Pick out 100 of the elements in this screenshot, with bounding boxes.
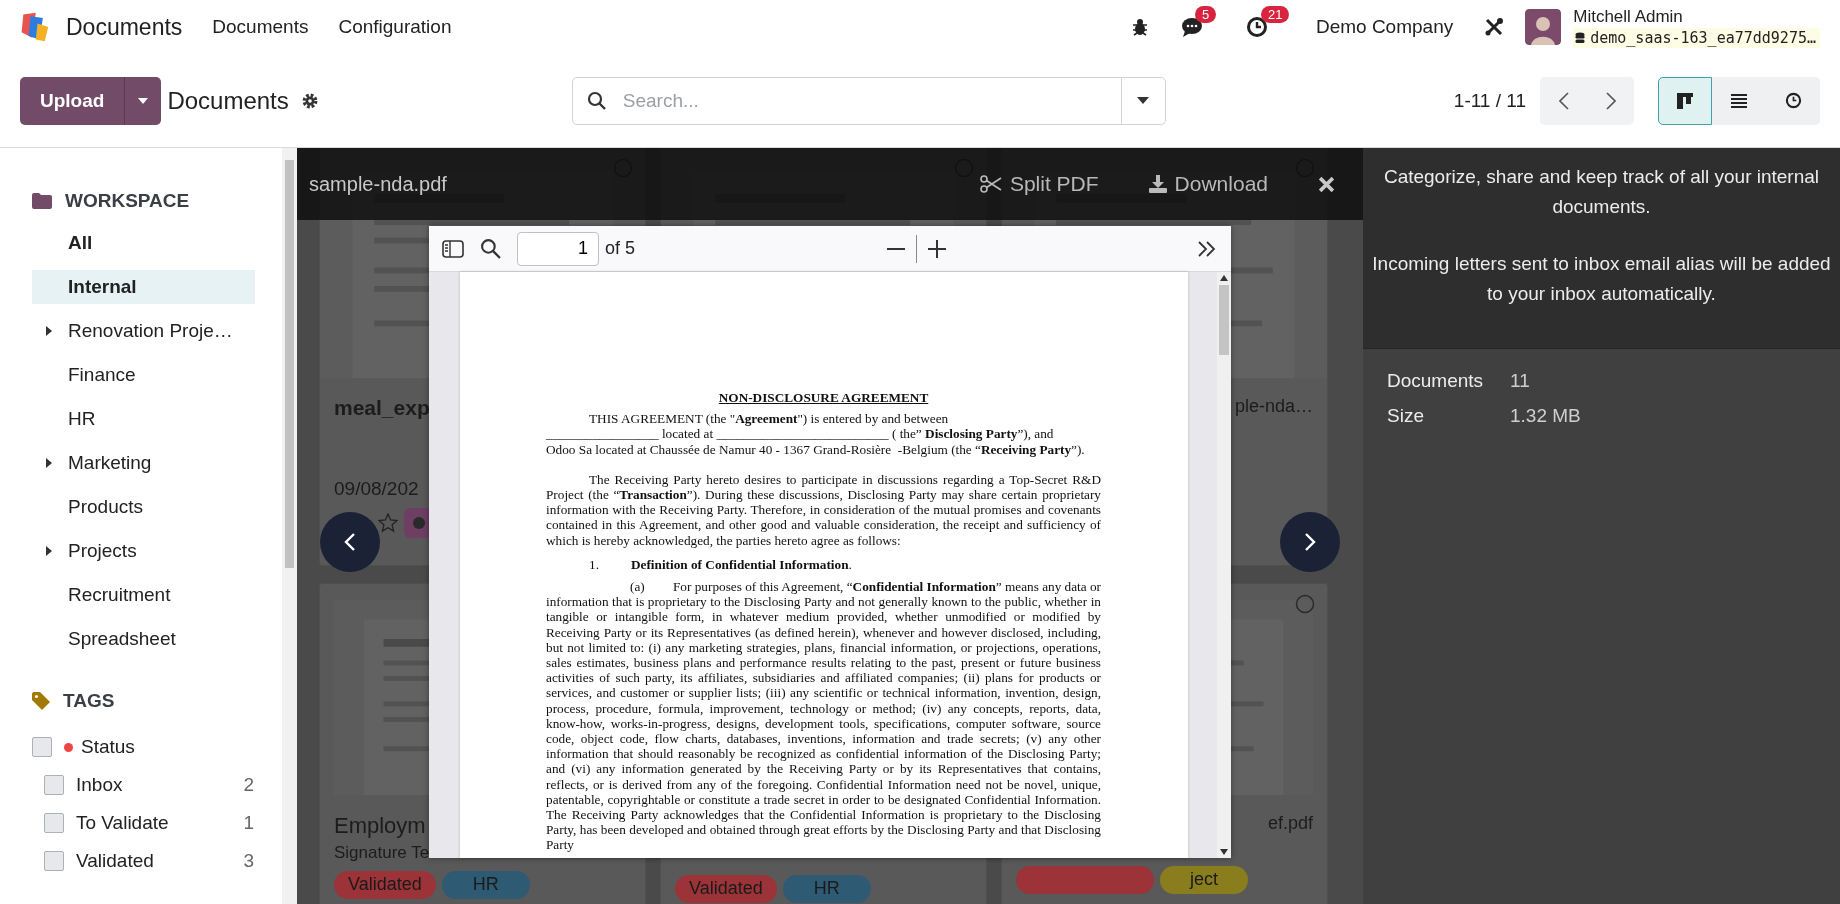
checkbox[interactable]: [44, 775, 64, 795]
chevron-right-icon: [1304, 532, 1316, 552]
kanban-icon: [1676, 91, 1694, 110]
caret-right-icon: [46, 458, 52, 468]
scrollbar-thumb[interactable]: [285, 160, 294, 568]
company-switcher[interactable]: Demo Company: [1315, 16, 1454, 38]
viewer-action-button[interactable]: Download: [1148, 172, 1268, 196]
card-date: 09/08/202: [334, 478, 419, 500]
tag-pill: Validated: [675, 875, 777, 903]
settings-icon[interactable]: [300, 91, 319, 110]
workspace-item[interactable]: HR: [32, 402, 255, 436]
document-heading: NON-DISCLOSURE AGREEMENT: [717, 390, 930, 406]
upload-dropdown-toggle[interactable]: [124, 76, 162, 125]
list-icon: [1730, 92, 1748, 109]
upload-button[interactable]: Upload: [20, 76, 125, 125]
help-text: Categorize, share and keep track of all your internal documents.: [1382, 165, 1821, 219]
database-name: demo_saas-163_ea77dd9275…: [1590, 28, 1816, 47]
menu-item[interactable]: Configuration: [338, 16, 452, 38]
card-title: Employm: [334, 813, 426, 839]
stat-label: Documents: [1387, 369, 1485, 392]
tag-count: 2: [243, 774, 254, 796]
activity-count-badge: 21: [1260, 6, 1290, 23]
folder-icon: [32, 193, 52, 209]
double-chevron-icon[interactable]: [1197, 239, 1217, 258]
text-line: THIS AGREEMENT (the "Agreement") is entered by and between: [588, 411, 950, 427]
scroll-down-arrow-icon[interactable]: [1220, 849, 1228, 855]
view-switch-button[interactable]: [1766, 76, 1820, 125]
workspace-item[interactable]: Spreadsheet: [32, 622, 255, 656]
search-bar[interactable]: Search...: [571, 76, 1166, 125]
help-text: Incoming letters sent to inbox email alias will be added to your inbox automatically.: [1371, 252, 1832, 306]
sidebar-toggle-icon[interactable]: [442, 239, 464, 258]
stat-value: 11: [1510, 369, 1530, 392]
caret-right-icon: [46, 326, 52, 336]
card-title: ple-nda…: [1234, 396, 1313, 417]
search-icon[interactable]: [480, 238, 501, 259]
page-number-field[interactable]: 1: [517, 231, 599, 266]
scissors-icon: [979, 175, 1002, 193]
scrollbar[interactable]: [282, 148, 297, 904]
stat-label: Size: [1387, 404, 1425, 427]
checkbox[interactable]: [32, 737, 52, 757]
tag-label: To Validate: [76, 812, 170, 834]
clock-icon[interactable]: [1245, 16, 1268, 38]
paragraph: (a) For purposes of this Agreement, “Confidential Information” means any data or information that is proprietary to the Disclosing Party and not generally known to the public, whether in tangible or intangible form, in whatever medium provided, whether unmodified or modified by Receiving Party or its Representatives (as defined herein), whenever and however disclosed, including, but not limited to: (i) any marketing strategies, plans, financial information, or projections, operations, sales estimates, business plans and performance results relating to the past, present or future business activities of such party, its affiliates, subsidiaries and affiliated companies; (ii) plans for products or services, and customer or supplier lists; (iii) any scientific or technical information, invention, design, process, procedure, formula, improvement, technology or method; (iv) any concepts, reports, data, know-how, works-in-progress, designs, development tools, specifications, computer software, source code, object code, flow charts, databases, inventions, information and trade secrets; (v) any other information that should reasonably be recognized as confidential information of the Disclosing Party; and (vi) any information generated by the Receiving Party or by its Representatives that contains, reflects, or is derived from any of the foregoing. Confidential Information need not be novel, unique, patentable, copyrightable or constitute a trade secret in order to be designated Confidential Information. The Receiving Party acknowledges that the Confidential Information is proprietary to the Disclosing Party, has been developed and obtained through great efforts by the Disclosing Party and that Disclosing Party: [546, 579, 1101, 853]
caret-icon: [138, 97, 149, 104]
card-title: meal_exp: [334, 396, 430, 420]
search-icon: [586, 90, 607, 111]
search-input[interactable]: Search...: [620, 88, 1121, 113]
chevron-left-icon: [344, 532, 356, 552]
zoom-in-icon[interactable]: [926, 238, 947, 259]
tag-pill: Validated: [334, 871, 436, 899]
tools-icon[interactable]: [1483, 16, 1506, 38]
workspace-item[interactable]: Renovation Proje…: [32, 314, 255, 348]
user-avatar[interactable]: [1525, 9, 1562, 45]
tag-label: Validated: [76, 850, 155, 872]
tag-count: 3: [243, 850, 254, 872]
message-count-badge: 5: [1194, 6, 1217, 23]
chat-icon[interactable]: [1179, 16, 1204, 38]
section-heading: Definition of Confidential Information.: [631, 556, 852, 573]
file-name: sample-nda.pdf: [309, 172, 447, 196]
viewer-action-button[interactable]: Split PDF: [979, 172, 1099, 196]
view-switch-button[interactable]: [1658, 76, 1712, 125]
menu-item[interactable]: Documents: [212, 16, 309, 38]
checkbox[interactable]: [44, 813, 64, 833]
workspace-item[interactable]: Projects: [32, 534, 255, 568]
view-switch-button[interactable]: [1712, 76, 1766, 125]
chevron-left-icon: [1558, 91, 1569, 110]
text-line: _________________ located at __________________________ ( the” Disclosing Party”), and: [546, 426, 1055, 442]
checkbox[interactable]: [44, 851, 64, 871]
tag-group-label: Status: [81, 736, 135, 758]
chevron-right-icon: [1605, 91, 1616, 110]
workspace-item[interactable]: Internal: [32, 270, 255, 304]
close-icon: [1318, 175, 1335, 193]
tag-label: Inbox: [76, 774, 124, 796]
star-icon[interactable]: [378, 513, 398, 533]
close-button[interactable]: [1318, 175, 1335, 193]
workspace-item[interactable]: Finance: [32, 358, 255, 392]
caret-icon: [1137, 97, 1150, 104]
scrollbar-thumb[interactable]: [1219, 285, 1229, 355]
clock-icon: [1784, 92, 1802, 109]
app-name[interactable]: Documents: [66, 13, 183, 41]
scroll-up-arrow-icon[interactable]: [1220, 275, 1228, 281]
caret-right-icon: [46, 546, 52, 556]
tag-count: 1: [243, 812, 254, 834]
workspace-item[interactable]: All: [32, 226, 255, 260]
paragraph: The Receiving Party hereto desires to participate in discussions regarding a Top-Secret R&D Project (the “Transaction”). During these discussions, Disclosing Party may share certain proprietary information with the Receiving Party. Therefore, in consideration of the mutual promises and covenants contained in this Agreement, and other good and valuable consideration, the receipt and sufficiency of which is hereby acknowledged, the parties hereto agree as follows:: [546, 471, 1101, 548]
scrollbar[interactable]: [1217, 272, 1231, 858]
workspace-item[interactable]: Products: [32, 490, 255, 524]
tag-pill: HR: [441, 871, 530, 899]
workspace-item[interactable]: Recruitment: [32, 578, 255, 612]
workspace-item[interactable]: Marketing: [32, 446, 255, 480]
tag-icon: [32, 692, 50, 710]
section-number: 1.: [589, 556, 600, 573]
breadcrumb-title: Documents: [167, 86, 289, 115]
stat-value: 1.32 MB: [1510, 404, 1581, 427]
tag-pill: HR: [782, 875, 871, 903]
download-icon: [1148, 175, 1167, 193]
page-count: of 5: [605, 238, 636, 259]
database-icon: [1575, 31, 1586, 44]
user-name[interactable]: Mitchell Admin: [1573, 6, 1820, 27]
card-subtitle: Signature Te: [334, 843, 430, 863]
